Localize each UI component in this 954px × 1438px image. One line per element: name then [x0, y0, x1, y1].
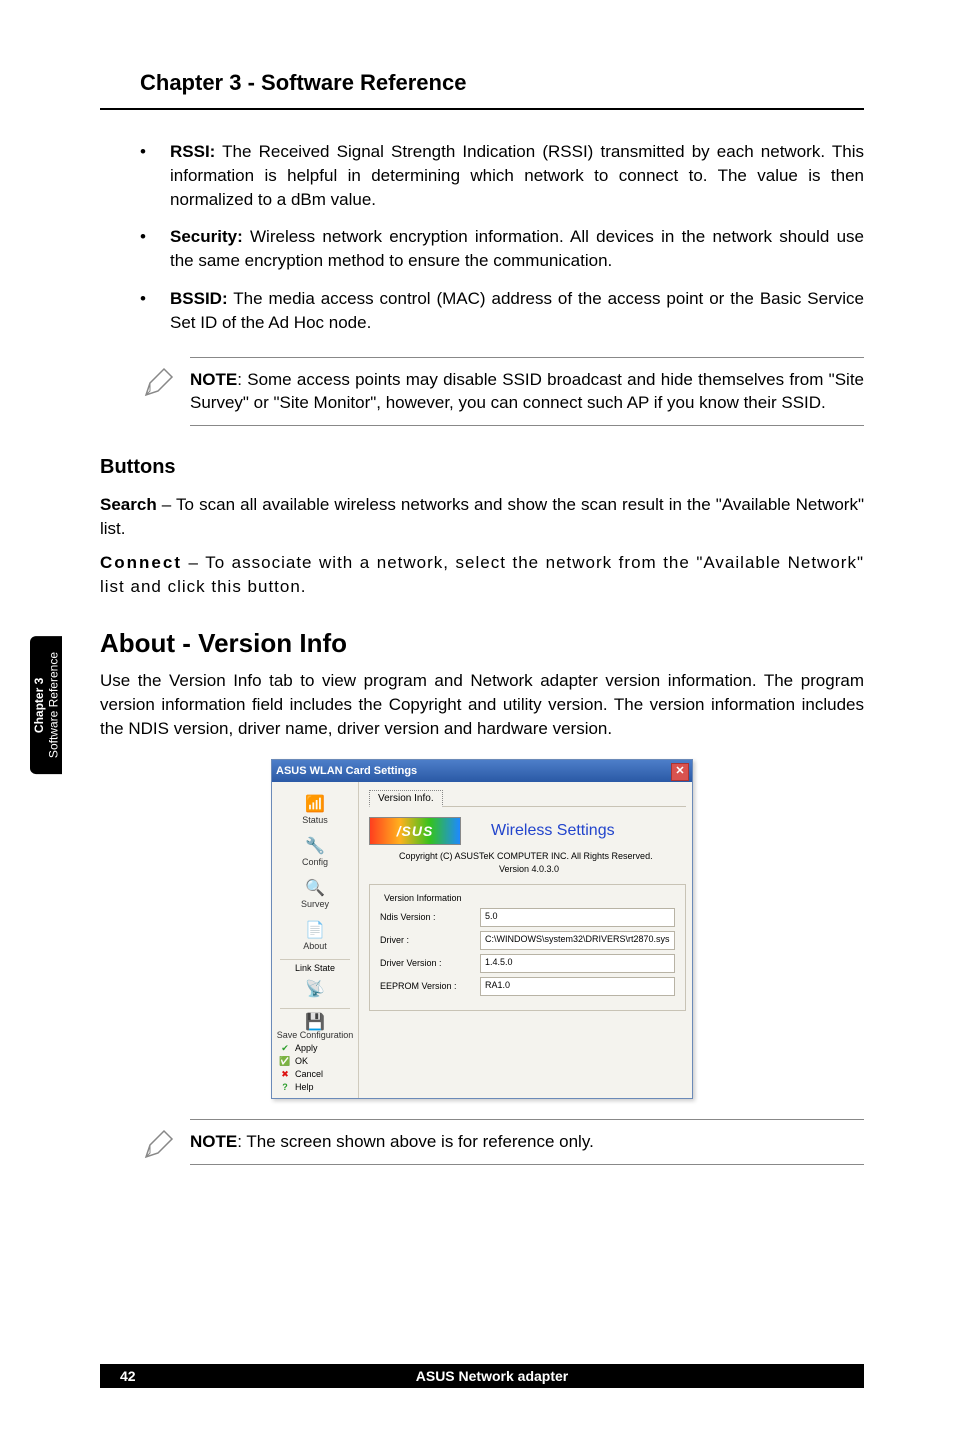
search-paragraph: Search – To scan all available wireless …	[100, 493, 864, 541]
brand-text: Wireless Settings	[491, 822, 615, 840]
sidebar-label-saveconfig: Save Configuration	[277, 1030, 354, 1040]
sidebar-item-survey[interactable]: 🔍Survey	[275, 875, 355, 911]
connect-paragraph: Connect – To associate with a network, s…	[100, 551, 864, 599]
group-legend: Version Information	[380, 893, 466, 903]
page-number: 42	[100, 1368, 180, 1384]
sidebar-item-config[interactable]: 🔧Config	[275, 833, 355, 869]
sidebar-linkstate-label: Link State	[295, 963, 335, 973]
text-bssid: The media access control (MAC) address o…	[170, 289, 864, 332]
pencil-icon	[140, 357, 190, 406]
copyright-text: Copyright (C) ASUSTeK COMPUTER INC. All …	[399, 851, 686, 861]
sidebar-separator-2	[280, 1008, 350, 1009]
note2-label: NOTE	[190, 1132, 237, 1151]
page-footer: 42 ASUS Network adapter	[100, 1364, 864, 1388]
note-block-1: NOTE: Some access points may disable SSI…	[140, 357, 864, 427]
help-label: Help	[295, 1082, 314, 1092]
ndis-label: Ndis Version :	[380, 912, 480, 922]
driver-version-value: 1.4.5.0	[480, 954, 675, 973]
note1-label: NOTE	[190, 370, 237, 389]
close-icon[interactable]: ✕	[671, 763, 689, 781]
check-icon: ✔	[278, 1043, 292, 1054]
config-icon: 🔧	[302, 835, 328, 857]
note-text-1: NOTE: Some access points may disable SSI…	[190, 357, 864, 427]
driver-value: C:\WINDOWS\system32\DRIVERS\rt2870.sys	[480, 931, 675, 950]
bullet-list: RSSI: The Received Signal Strength Indic…	[100, 140, 864, 335]
term-rssi: RSSI:	[170, 142, 215, 161]
eeprom-value: RA1.0	[480, 977, 675, 996]
dialog-titlebar[interactable]: ASUS WLAN Card Settings ✕	[272, 760, 692, 782]
about-heading: About - Version Info	[100, 628, 864, 659]
search-text: – To scan all available wireless network…	[100, 495, 864, 538]
text-rssi: The Received Signal Strength Indication …	[170, 142, 864, 209]
survey-icon: 🔍	[302, 877, 328, 899]
help-button[interactable]: ?Help	[272, 1082, 358, 1092]
connect-label: Connect	[100, 553, 182, 572]
cancel-button[interactable]: ✖Cancel	[272, 1069, 358, 1080]
side-tab-title: Software Reference	[46, 652, 60, 758]
sidebar-separator	[280, 959, 350, 960]
side-tab: Chapter 3 Software Reference	[30, 636, 62, 774]
asus-logo: /SUS	[369, 817, 461, 845]
sidebar-item-saveconfig[interactable]: 💾Save Configuration	[275, 1012, 355, 1042]
x-icon: ✖	[278, 1069, 292, 1080]
about-icon: 📄	[302, 919, 328, 941]
sidebar-label-survey: Survey	[301, 899, 329, 909]
ok-icon: ✅	[278, 1056, 292, 1067]
tab-version-info[interactable]: Version Info.	[369, 790, 443, 807]
version-text: Version 4.0.3.0	[499, 864, 686, 874]
bullet-rssi: RSSI: The Received Signal Strength Indic…	[140, 140, 864, 211]
ok-label: OK	[295, 1056, 308, 1066]
save-icon: 💾	[302, 1014, 328, 1030]
settings-dialog: ASUS WLAN Card Settings ✕ 📶Status 🔧Confi…	[271, 759, 693, 1099]
sidebar-item-status[interactable]: 📶Status	[275, 791, 355, 827]
text-security: Wireless network encryption information.…	[170, 227, 864, 270]
cancel-label: Cancel	[295, 1069, 323, 1079]
footer-text: ASUS Network adapter	[180, 1368, 864, 1384]
linkstate-icon: 📡	[302, 978, 328, 1000]
bullet-bssid: BSSID: The media access control (MAC) ad…	[140, 287, 864, 335]
dialog-title: ASUS WLAN Card Settings	[276, 765, 417, 777]
sidebar-label-status: Status	[302, 815, 328, 825]
version-info-group: Version Information Ndis Version : 5.0 D…	[369, 884, 686, 1011]
heading-rule	[100, 108, 864, 110]
note-text-2: NOTE: The screen shown above is for refe…	[190, 1119, 864, 1165]
status-icon: 📶	[302, 793, 328, 815]
eeprom-label: EEPROM Version :	[380, 981, 480, 991]
connect-text: – To associate with a network, select th…	[100, 553, 864, 596]
dialog-content: Version Info. /SUS Wireless Settings Cop…	[359, 782, 696, 1098]
search-label: Search	[100, 495, 157, 514]
sidebar-item-linkstate[interactable]: 📡	[275, 976, 355, 1002]
driver-version-label: Driver Version :	[380, 958, 480, 968]
chapter-heading: Chapter 3 - Software Reference	[140, 70, 864, 96]
sidebar-label-about: About	[303, 941, 327, 951]
apply-button[interactable]: ✔Apply	[272, 1043, 358, 1054]
term-security: Security:	[170, 227, 243, 246]
buttons-heading: Buttons	[100, 456, 864, 479]
bullet-security: Security: Wireless network encryption in…	[140, 225, 864, 273]
note1-body: : Some access points may disable SSID br…	[190, 370, 864, 413]
help-icon: ?	[278, 1082, 292, 1092]
ok-button[interactable]: ✅OK	[272, 1056, 358, 1067]
sidebar-label-config: Config	[302, 857, 328, 867]
pencil-icon-2	[140, 1119, 190, 1168]
apply-label: Apply	[295, 1043, 318, 1053]
side-tab-chapter: Chapter 3	[32, 677, 46, 732]
ndis-value: 5.0	[480, 908, 675, 927]
about-text: Use the Version Info tab to view program…	[100, 669, 864, 740]
driver-label: Driver :	[380, 935, 480, 945]
term-bssid: BSSID:	[170, 289, 228, 308]
note2-body: : The screen shown above is for referenc…	[237, 1132, 594, 1151]
dialog-sidebar: 📶Status 🔧Config 🔍Survey 📄About Link Stat…	[272, 782, 359, 1098]
sidebar-item-about[interactable]: 📄About	[275, 917, 355, 953]
note-block-2: NOTE: The screen shown above is for refe…	[140, 1119, 864, 1168]
